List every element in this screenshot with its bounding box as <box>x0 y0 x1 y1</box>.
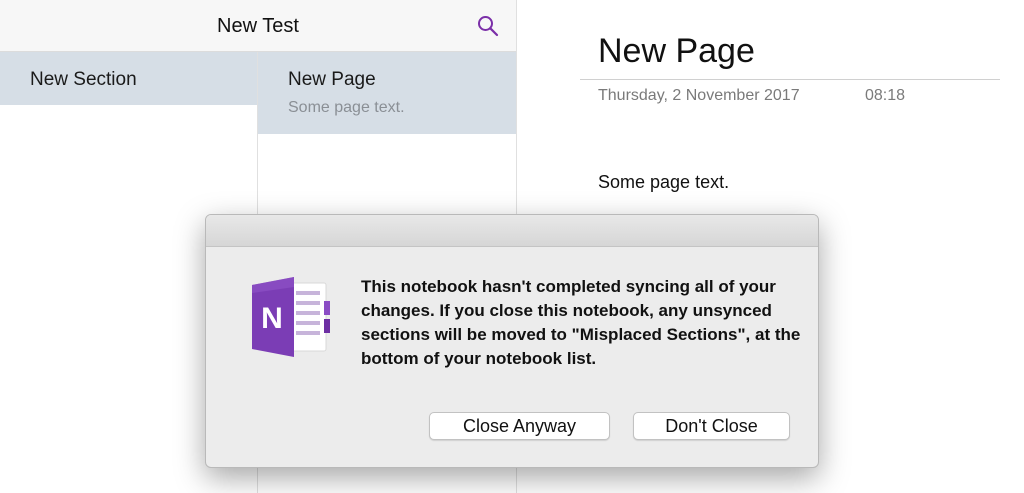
section-item-label: New Section <box>30 69 137 90</box>
page-item-title: New Page <box>288 69 376 90</box>
page-item-preview: Some page text. <box>288 99 405 116</box>
notebook-header: New Test <box>0 0 516 52</box>
close-anyway-button[interactable]: Close Anyway <box>429 412 610 440</box>
notebook-title[interactable]: New Test <box>0 15 516 38</box>
dialog-message: This notebook hasn't completed syncing a… <box>361 277 801 368</box>
page-date: Thursday, 2 November 2017 <box>598 87 800 104</box>
dont-close-button[interactable]: Don't Close <box>633 412 790 440</box>
title-divider <box>580 79 1000 80</box>
search-icon[interactable] <box>476 14 500 38</box>
page-time: 08:18 <box>865 87 906 104</box>
onenote-icon-letter: N <box>261 302 283 335</box>
app-window: New Test New Section New Page Some page … <box>0 0 1024 493</box>
page-body-text[interactable]: Some page text. <box>598 172 729 193</box>
onenote-icon: N <box>252 277 330 357</box>
page-title[interactable]: New Page <box>598 32 755 71</box>
sync-warning-dialog: N This notebook hasn't completed syncing… <box>205 214 819 468</box>
dialog-titlebar <box>206 215 818 247</box>
page-item-new-page[interactable]: New Page Some page text. <box>258 52 516 134</box>
section-item-new-section[interactable]: New Section <box>0 52 257 105</box>
